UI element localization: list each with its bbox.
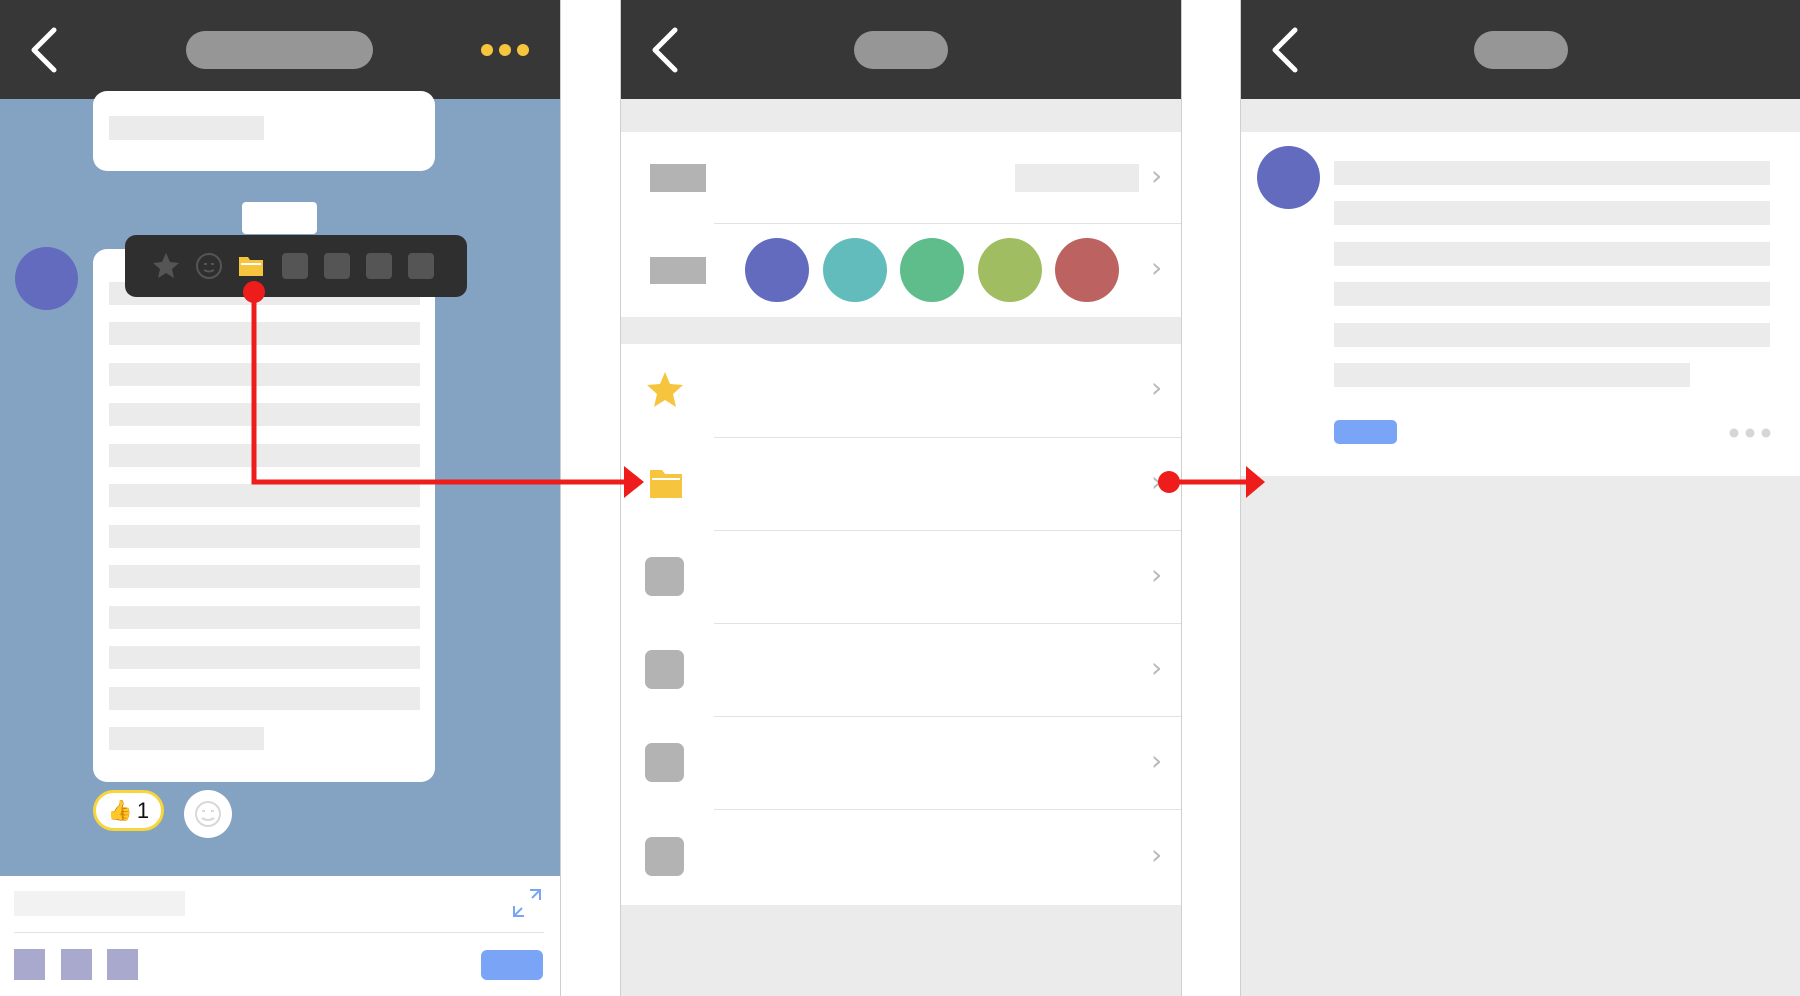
text-line [109,403,420,426]
text-line [1334,323,1770,347]
chevron-right-icon: › [1151,371,1163,404]
tag-button[interactable] [1334,420,1397,444]
toolbar-action-button[interactable] [366,253,392,279]
text-line [109,687,420,710]
color-option[interactable] [745,238,809,302]
text-line [109,116,264,140]
saved-message-card[interactable] [1241,132,1800,476]
chevron-right-icon: › [1151,651,1163,684]
item-icon [645,743,684,782]
more-dots-icon [1729,428,1771,438]
chevron-right-icon: › [1151,744,1163,777]
settings-group: › › [621,132,1181,317]
screen-folder-detail [1240,0,1800,996]
item-icon [645,650,684,689]
title-placeholder [1474,31,1568,69]
message-input[interactable] [14,891,185,916]
emoji-icon [195,801,221,827]
more-dots-icon [481,44,529,56]
reaction-chip[interactable]: 👍 1 [93,790,164,831]
text-line [109,525,420,548]
color-option[interactable] [1055,238,1119,302]
attachment-button[interactable] [107,949,138,980]
color-row: › [621,224,1181,317]
toolbar-action-button[interactable] [408,253,434,279]
item-icon [645,837,684,876]
text-line [109,565,420,588]
chat-area: 👍 1 [0,91,560,876]
list-item[interactable]: › [621,810,1181,904]
toolbar-emoji-button[interactable] [194,251,224,281]
color-option[interactable] [823,238,887,302]
list-item[interactable]: › [621,624,1181,716]
toolbar-action-button[interactable] [324,253,350,279]
text-line [1334,282,1770,306]
chevron-left-icon [652,27,678,73]
text-line [1334,242,1770,266]
text-line [109,363,420,386]
text-line [109,322,420,345]
back-button[interactable] [649,26,681,74]
date-chip [242,202,317,234]
star-icon [647,372,683,407]
screen-folder-select: › › › › › › › › [620,0,1182,996]
text-line [109,444,420,467]
more-button[interactable] [1728,426,1772,438]
back-button[interactable] [1269,26,1301,74]
text-line [109,484,420,507]
message-bubble-previous[interactable] [93,91,435,171]
thumbs-up-icon: 👍 [107,799,133,822]
reaction-count: 1 [136,797,150,823]
chevron-right-icon: › [1151,838,1163,871]
text-line [109,606,420,629]
text-line [1334,201,1770,225]
folder-list: › › › › › › [621,344,1181,905]
toolbar-action-button[interactable] [282,253,308,279]
attachment-button[interactable] [14,949,45,980]
folder-icon [650,470,682,498]
text-line [1334,363,1690,387]
title-placeholder [854,31,948,69]
chevron-right-icon: › [1151,465,1163,498]
expand-icon [513,889,541,917]
chevron-right-icon: › [1151,159,1163,192]
message-bubble[interactable] [93,249,435,782]
message-action-toolbar [125,235,467,297]
avatar[interactable] [15,247,78,310]
add-reaction-button[interactable] [184,790,232,838]
chevron-left-icon [31,27,57,73]
star-icon [153,253,179,278]
more-button[interactable] [480,42,530,58]
row-label [650,164,706,192]
text-line [109,727,264,750]
list-item-folder[interactable]: › [621,438,1181,530]
list-item-starred[interactable]: › [621,344,1181,437]
row-label [650,257,706,284]
text-line [109,646,420,669]
avatar[interactable] [1257,146,1320,209]
color-option[interactable] [900,238,964,302]
chevron-right-icon: › [1151,251,1163,284]
message-input-area [0,876,560,996]
settings-row[interactable]: › [621,132,1181,223]
toolbar-folder-button[interactable] [237,253,265,279]
screen-chat: 👍 1 [0,0,561,996]
list-item[interactable]: › [621,717,1181,809]
attachment-button[interactable] [61,949,92,980]
folder-icon [239,257,263,276]
emoji-icon [196,253,222,279]
item-icon [645,557,684,596]
send-button[interactable] [481,950,543,980]
row-value [1015,164,1139,192]
chevron-right-icon: › [1151,558,1163,591]
divider [14,932,544,933]
title-placeholder [186,31,373,69]
color-option[interactable] [978,238,1042,302]
text-line [1334,161,1770,185]
list-item[interactable]: › [621,531,1181,623]
back-button[interactable] [28,26,60,74]
expand-button[interactable] [510,886,544,920]
chevron-left-icon [1272,27,1298,73]
toolbar-star-button[interactable] [151,251,181,281]
